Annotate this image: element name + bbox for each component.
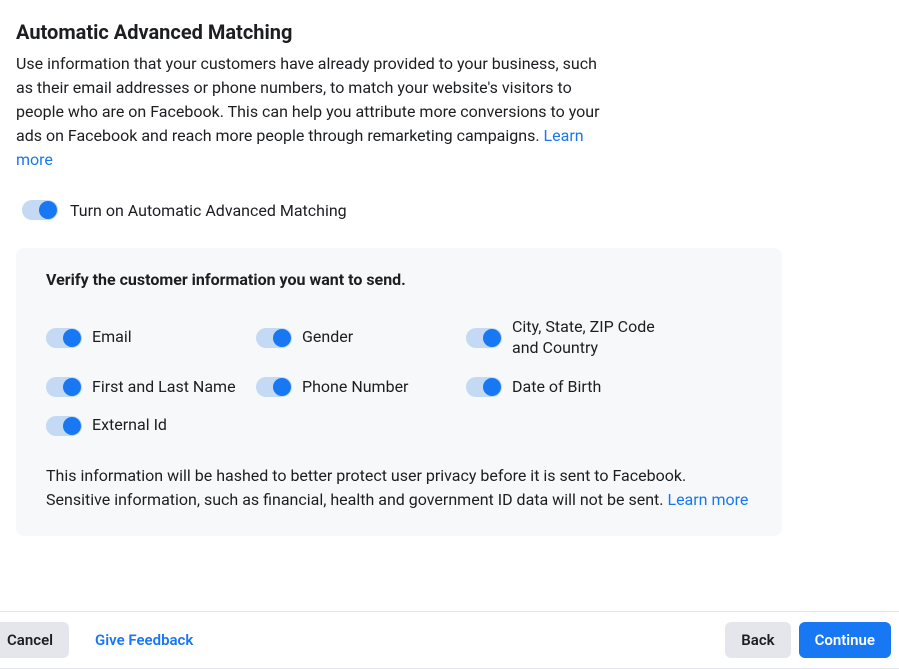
toggle-label-external-id: External Id (92, 415, 167, 436)
toggle-item-email: Email (46, 327, 256, 348)
description-text: Use information that your customers have… (16, 54, 600, 145)
bottom-bar: Cancel Give Feedback Back Continue (0, 611, 899, 669)
toggle-knob (483, 378, 501, 396)
toggle-item-city: City, State, ZIP Code and Country (466, 317, 752, 359)
verify-footer: This information will be hashed to bette… (46, 464, 752, 512)
continue-button[interactable]: Continue (799, 622, 891, 658)
toggle-dob[interactable] (466, 377, 502, 397)
toggle-label-name: First and Last Name (92, 377, 236, 398)
toggle-label-email: Email (92, 327, 132, 348)
give-feedback-button[interactable]: Give Feedback (79, 622, 209, 658)
toggle-name[interactable] (46, 377, 82, 397)
toggle-label-gender: Gender (302, 327, 353, 348)
toggle-external-id[interactable] (46, 416, 82, 436)
toggle-knob (273, 329, 291, 347)
toggle-grid: Email Gender City, State, ZIP Code and C… (46, 317, 752, 436)
toggle-phone[interactable] (256, 377, 292, 397)
cancel-button[interactable]: Cancel (0, 622, 69, 658)
section-title: Automatic Advanced Matching (16, 20, 883, 44)
toggle-label-phone: Phone Number (302, 377, 408, 398)
main-toggle-label: Turn on Automatic Advanced Matching (70, 201, 347, 220)
toggle-knob (63, 329, 81, 347)
toggle-email[interactable] (46, 328, 82, 348)
toggle-label-dob: Date of Birth (512, 377, 601, 398)
back-button[interactable]: Back (725, 622, 790, 658)
toggle-gender[interactable] (256, 328, 292, 348)
toggle-item-dob: Date of Birth (466, 377, 752, 398)
toggle-label-city: City, State, ZIP Code and Country (512, 317, 682, 359)
toggle-knob (483, 329, 501, 347)
toggle-item-external-id: External Id (46, 415, 256, 436)
verify-learn-more-link[interactable]: Learn more (667, 490, 748, 509)
toggle-item-name: First and Last Name (46, 377, 256, 398)
main-toggle[interactable] (22, 200, 58, 220)
section-description: Use information that your customers have… (16, 52, 606, 172)
toggle-knob (63, 417, 81, 435)
toggle-item-phone: Phone Number (256, 377, 466, 398)
verify-card: Verify the customer information you want… (16, 248, 782, 536)
toggle-city[interactable] (466, 328, 502, 348)
toggle-knob (63, 378, 81, 396)
verify-title: Verify the customer information you want… (46, 270, 752, 289)
verify-footer-text: This information will be hashed to bette… (46, 466, 686, 509)
toggle-item-gender: Gender (256, 327, 466, 348)
main-toggle-row: Turn on Automatic Advanced Matching (16, 200, 883, 220)
toggle-knob (273, 378, 291, 396)
toggle-knob (39, 201, 57, 219)
